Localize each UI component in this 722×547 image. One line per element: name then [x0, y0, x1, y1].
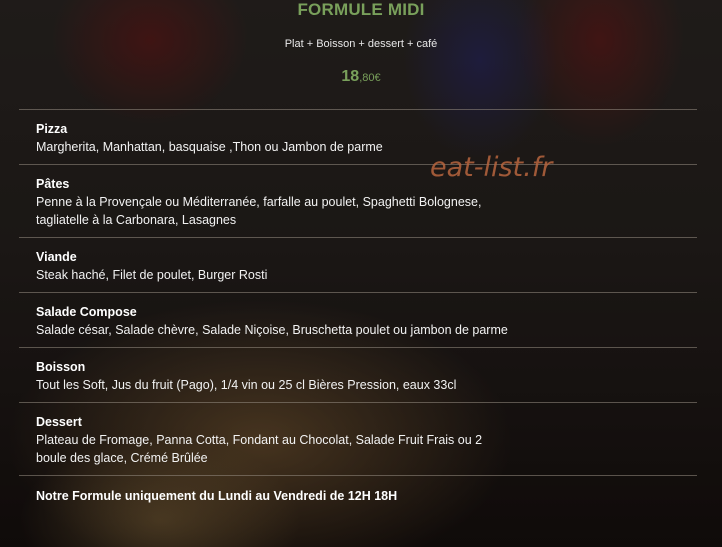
section-pates: Pâtes Penne à la Provençale ou Méditerra…: [19, 164, 697, 237]
section-title: Salade Compose: [36, 305, 137, 319]
menu-subtitle: Plat + Boisson + dessert + café: [284, 38, 438, 50]
menu-page: FORMULE MIDI Plat + Boisson + dessert + …: [0, 0, 722, 547]
section-title: Boisson: [36, 360, 86, 374]
section-title: Dessert: [36, 415, 82, 429]
section-salade: Salade Compose Salade césar, Salade chèv…: [19, 292, 697, 347]
section-description: Tout les Soft, Jus du fruit (Pago), 1/4 …: [36, 378, 457, 392]
menu-footer: Notre Formule uniquement du Lundi au Ven…: [19, 475, 697, 513]
section-description: Plateau de Fromage, Panna Cotta, Fondant…: [36, 433, 483, 465]
section-pizza: Pizza Margherita, Manhattan, basquaise ,…: [19, 109, 697, 164]
section-viande: Viande Steak haché, Filet de poulet, Bur…: [19, 237, 697, 292]
section-title: Viande: [36, 250, 77, 264]
section-description: Steak haché, Filet de poulet, Burger Ros…: [36, 268, 268, 282]
menu-price: 18,80€: [0, 68, 722, 86]
section-description: Salade césar, Salade chèvre, Salade Niço…: [36, 323, 508, 337]
footer-note: Notre Formule uniquement du Lundi au Ven…: [36, 489, 398, 503]
section-description: Penne à la Provençale ou Méditerranée, f…: [36, 195, 482, 227]
menu-sections: Pizza Margherita, Manhattan, basquaise ,…: [19, 109, 697, 513]
section-title: Pizza: [36, 122, 68, 136]
price-main: 18: [341, 68, 360, 85]
menu-header: FORMULE MIDI Plat + Boisson + dessert + …: [0, 0, 722, 108]
watermark: eat-list.fr: [430, 152, 553, 183]
price-cents: ,80€: [359, 72, 381, 84]
section-boisson: Boisson Tout les Soft, Jus du fruit (Pag…: [19, 347, 697, 402]
section-dessert: Dessert Plateau de Fromage, Panna Cotta,…: [19, 402, 697, 475]
section-title: Pâtes: [36, 177, 70, 191]
menu-title: FORMULE MIDI: [297, 0, 425, 19]
